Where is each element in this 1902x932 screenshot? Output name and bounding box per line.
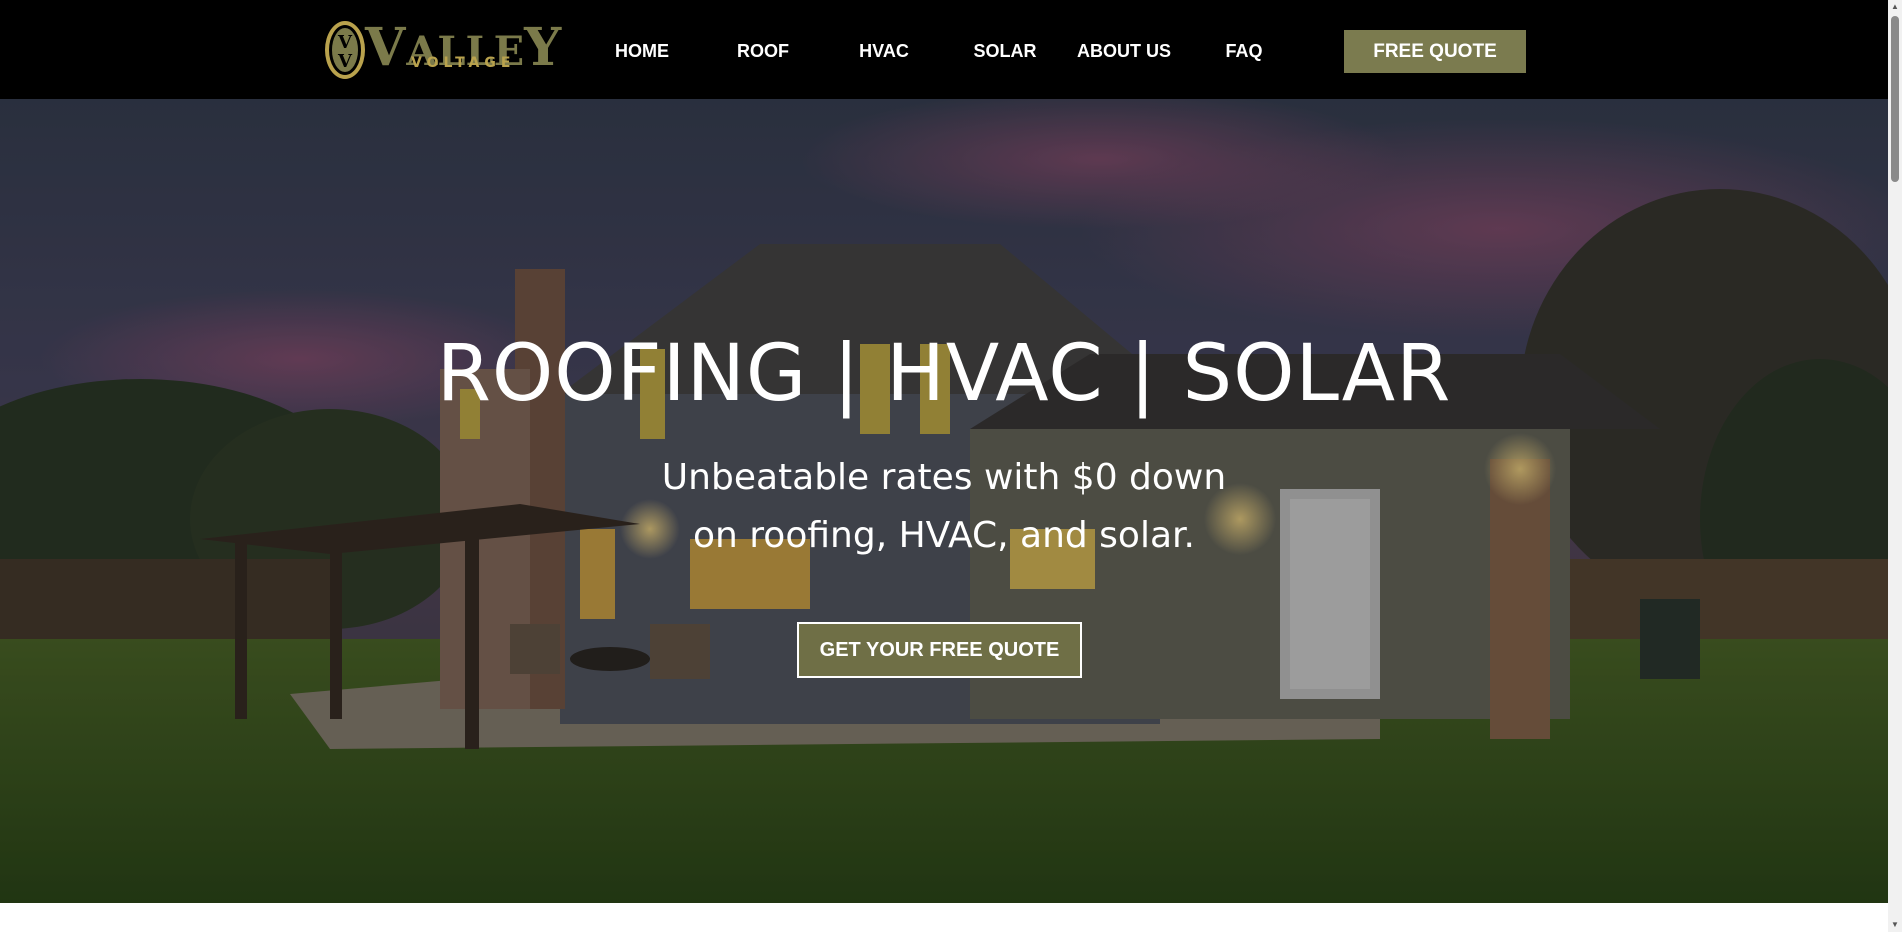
logo-emblem-icon: V V xyxy=(325,21,365,79)
nav-solar[interactable]: SOLAR xyxy=(974,39,1037,63)
hero-section: ROOFING | HVAC | SOLAR Unbeatable rates … xyxy=(0,99,1888,903)
logo-tagline: VOLTAGE xyxy=(411,55,516,71)
page-scrollbar[interactable]: ▲ ▼ xyxy=(1888,0,1902,932)
nav-roof[interactable]: ROOF xyxy=(737,39,789,63)
svg-text:V: V xyxy=(337,32,353,53)
logo-wordmark: VALLEY xyxy=(365,17,563,78)
scrollbar-thumb[interactable] xyxy=(1891,16,1899,182)
scroll-down-arrow-icon[interactable]: ▼ xyxy=(1888,918,1902,932)
free-quote-button[interactable]: FREE QUOTE xyxy=(1344,30,1526,73)
hero-subtitle: Unbeatable rates with $0 down on roofing… xyxy=(0,449,1888,565)
hero-subtitle-line-2: on roofing, HVAC, and solar. xyxy=(693,515,1195,556)
nav-about-us[interactable]: ABOUT US xyxy=(1077,39,1171,63)
nav-faq[interactable]: FAQ xyxy=(1225,39,1262,63)
hero-title: ROOFING | HVAC | SOLAR xyxy=(436,329,1452,420)
nav-home[interactable]: HOME xyxy=(615,39,669,63)
svg-text:V: V xyxy=(337,51,353,72)
scroll-up-arrow-icon[interactable]: ▲ xyxy=(1888,0,1902,14)
site-header: V V VALLEY VOLTAGE HOME ROOF HVAC SOLAR … xyxy=(0,0,1888,99)
nav-hvac[interactable]: HVAC xyxy=(859,39,909,63)
hero-subtitle-line-1: Unbeatable rates with $0 down xyxy=(661,457,1227,498)
get-free-quote-button[interactable]: GET YOUR FREE QUOTE xyxy=(797,622,1082,678)
valley-voltage-logo[interactable]: V V VALLEY VOLTAGE xyxy=(323,19,561,81)
